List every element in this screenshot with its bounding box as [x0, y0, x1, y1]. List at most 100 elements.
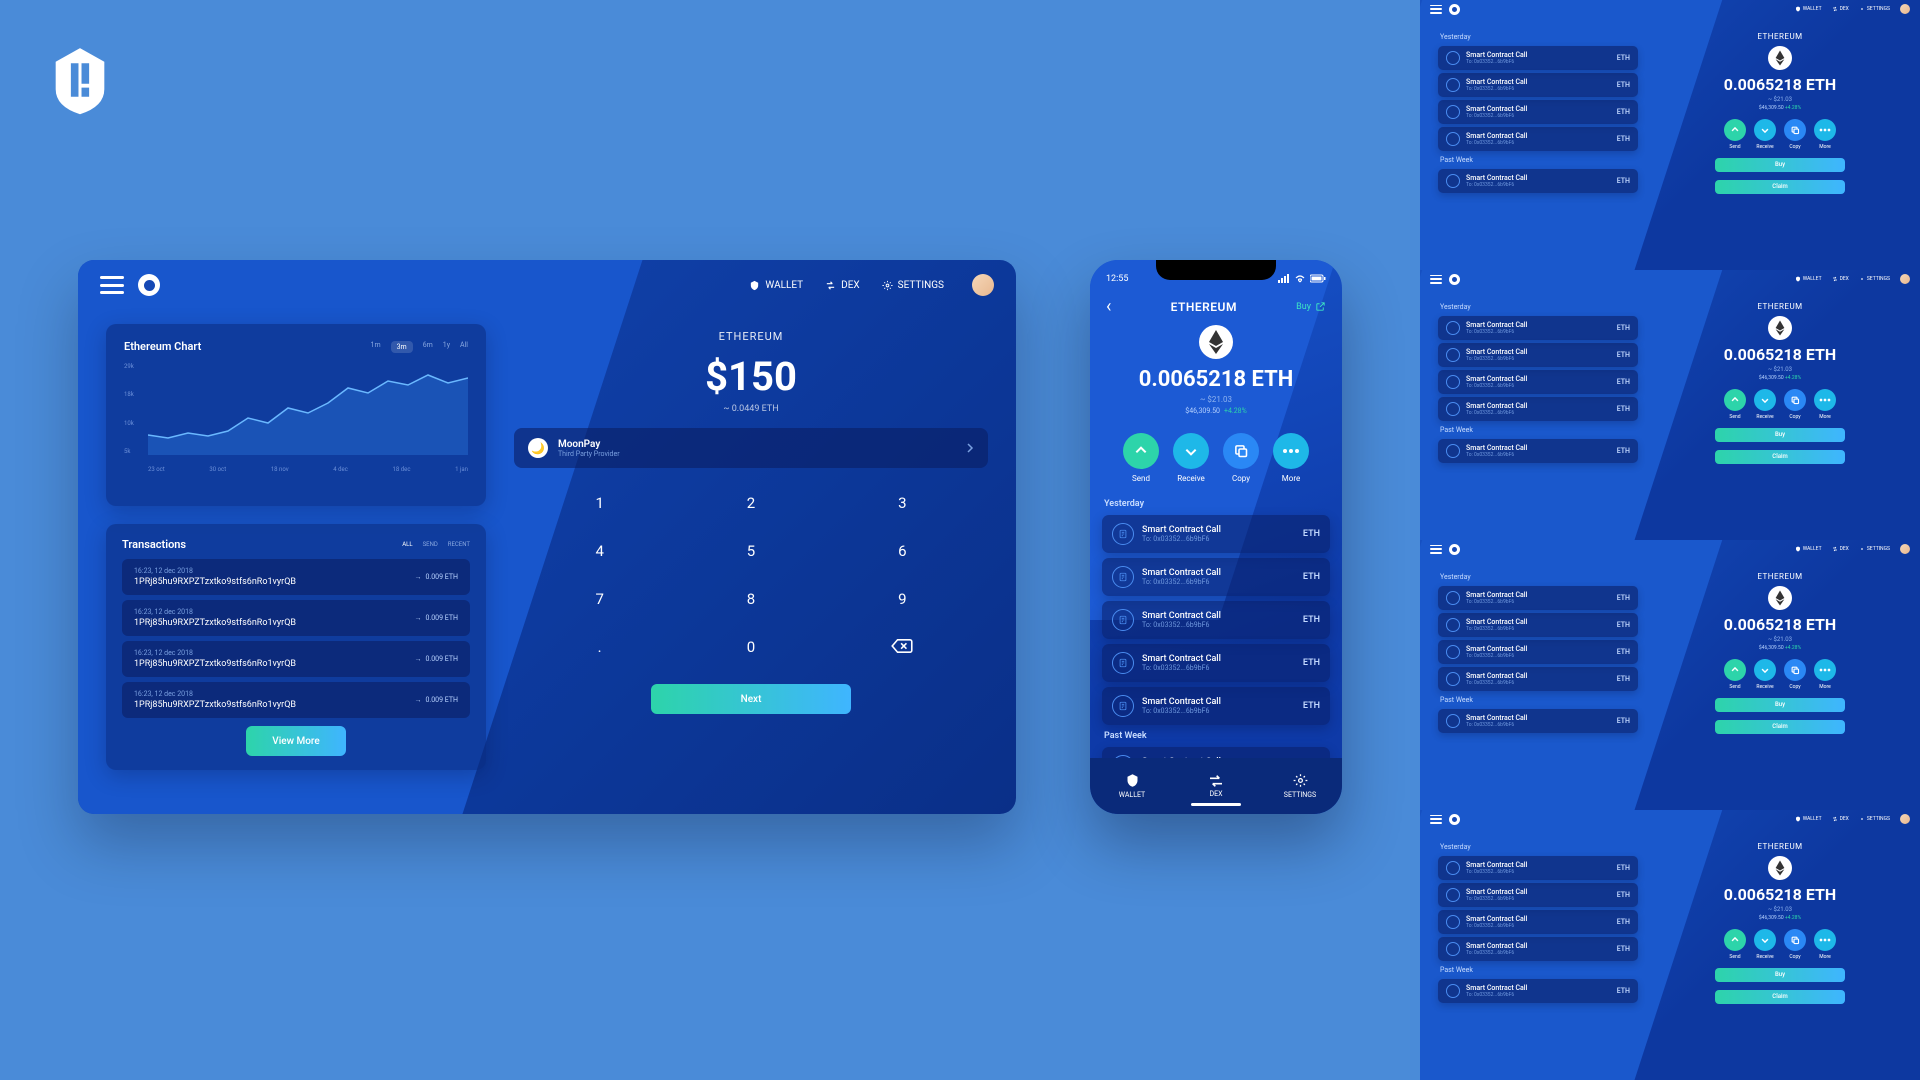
preview-tx-row[interactable]: Smart Contract CallTo: 0x03352...6b9bF6E…	[1438, 937, 1638, 961]
key-8[interactable]: 8	[695, 582, 806, 616]
receive-button[interactable]	[1754, 659, 1776, 681]
range-All[interactable]: All	[460, 341, 468, 353]
avatar[interactable]	[1900, 544, 1910, 554]
key-2[interactable]: 2	[695, 486, 806, 520]
key-6[interactable]: 6	[847, 534, 958, 568]
claim-button[interactable]: Claim	[1715, 180, 1845, 194]
copy-button[interactable]	[1784, 119, 1806, 141]
menu-button[interactable]	[1430, 5, 1442, 14]
mobile-tx-row[interactable]: Smart Contract CallTo: 0x03352...6b9bF6E…	[1102, 644, 1330, 682]
mobile-tx-row[interactable]: Smart Contract CallTo: 0x03352...6b9bF6E…	[1102, 558, 1330, 596]
nav-settings[interactable]: SETTINGS	[882, 280, 944, 291]
avatar[interactable]	[972, 274, 994, 296]
preview-tx-row[interactable]: Smart Contract CallTo: 0x03352...6b9bF6E…	[1438, 439, 1638, 463]
nav-dex[interactable]: DEX	[1832, 276, 1849, 282]
more-button[interactable]	[1814, 659, 1836, 681]
receive-button[interactable]	[1754, 389, 1776, 411]
range-1m[interactable]: 1m	[371, 341, 381, 353]
preview-tx-row[interactable]: Smart Contract CallTo: 0x03352...6b9bF6E…	[1438, 46, 1638, 70]
receive-button[interactable]	[1754, 929, 1776, 951]
claim-button[interactable]: Claim	[1715, 450, 1845, 464]
preview-tx-row[interactable]: Smart Contract CallTo: 0x03352...6b9bF6E…	[1438, 910, 1638, 934]
buy-link[interactable]: Buy	[1296, 301, 1326, 312]
preview-tx-row[interactable]: Smart Contract CallTo: 0x03352...6b9bF6E…	[1438, 979, 1638, 1003]
preview-tx-row[interactable]: Smart Contract CallTo: 0x03352...6b9bF6E…	[1438, 316, 1638, 340]
preview-tx-row[interactable]: Smart Contract CallTo: 0x03352...6b9bF6E…	[1438, 856, 1638, 880]
avatar[interactable]	[1900, 814, 1910, 824]
nav-wallet[interactable]: WALLET	[1795, 6, 1822, 12]
buy-button[interactable]: Buy	[1715, 158, 1845, 172]
tx-row[interactable]: 16:23, 12 dec 20181PRj85hu9RXPZTzxtko9st…	[122, 641, 470, 677]
send-button[interactable]	[1724, 929, 1746, 951]
tx-row[interactable]: 16:23, 12 dec 20181PRj85hu9RXPZTzxtko9st…	[122, 600, 470, 636]
copy-button[interactable]	[1784, 389, 1806, 411]
more-button[interactable]	[1814, 119, 1836, 141]
nav-wallet[interactable]: WALLET	[1795, 546, 1822, 552]
claim-button[interactable]: Claim	[1715, 990, 1845, 1004]
mobile-tx-row[interactable]: Smart Contract CallTo: 0x03352...6b9bF6E…	[1102, 515, 1330, 553]
receive-button[interactable]	[1173, 433, 1209, 469]
preview-tx-row[interactable]: Smart Contract CallTo: 0x03352...6b9bF6E…	[1438, 397, 1638, 421]
preview-tx-row[interactable]: Smart Contract CallTo: 0x03352...6b9bF6E…	[1438, 883, 1638, 907]
menu-button[interactable]	[1430, 815, 1442, 824]
provider-row[interactable]: 🌙 MoonPay Third Party Provider	[514, 428, 988, 468]
range-3m[interactable]: 3m	[391, 341, 413, 353]
range-6m[interactable]: 6m	[423, 341, 433, 353]
preview-tx-row[interactable]: Smart Contract CallTo: 0x03352...6b9bF6E…	[1438, 667, 1638, 691]
send-button[interactable]	[1123, 433, 1159, 469]
nav-dex[interactable]: DEX	[825, 280, 860, 291]
claim-button[interactable]: Claim	[1715, 720, 1845, 734]
receive-button[interactable]	[1754, 119, 1776, 141]
key-7[interactable]: 7	[544, 582, 655, 616]
preview-tx-row[interactable]: Smart Contract CallTo: 0x03352...6b9bF6E…	[1438, 100, 1638, 124]
key-4[interactable]: 4	[544, 534, 655, 568]
send-button[interactable]	[1724, 389, 1746, 411]
range-1y[interactable]: 1y	[443, 341, 450, 353]
preview-tx-row[interactable]: Smart Contract CallTo: 0x03352...6b9bF6E…	[1438, 169, 1638, 193]
nav-dex[interactable]: DEX	[1832, 816, 1849, 822]
nav-settings[interactable]: SETTINGS	[1859, 546, 1890, 552]
preview-tx-row[interactable]: Smart Contract CallTo: 0x03352...6b9bF6E…	[1438, 586, 1638, 610]
preview-tx-row[interactable]: Smart Contract CallTo: 0x03352...6b9bF6E…	[1438, 127, 1638, 151]
nav-wallet[interactable]: WALLET	[1795, 276, 1822, 282]
more-button[interactable]	[1814, 929, 1836, 951]
key-1[interactable]: 1	[544, 486, 655, 520]
tx-tab-recent[interactable]: RECENT	[448, 541, 470, 548]
key-0[interactable]: 0	[695, 630, 806, 666]
tx-row[interactable]: 16:23, 12 dec 20181PRj85hu9RXPZTzxtko9st…	[122, 682, 470, 718]
view-more-button[interactable]: View More	[246, 726, 346, 756]
nav-wallet[interactable]: WALLET	[1795, 816, 1822, 822]
tab-wallet[interactable]: WALLET	[1090, 773, 1174, 799]
tx-tab-send[interactable]: SEND	[423, 541, 438, 548]
key-3[interactable]: 3	[847, 486, 958, 520]
send-button[interactable]	[1724, 119, 1746, 141]
buy-button[interactable]: Buy	[1715, 428, 1845, 442]
preview-tx-row[interactable]: Smart Contract CallTo: 0x03352...6b9bF6E…	[1438, 640, 1638, 664]
next-button[interactable]: Next	[651, 684, 851, 714]
avatar[interactable]	[1900, 4, 1910, 14]
tx-tab-all[interactable]: ALL	[402, 541, 412, 548]
more-button[interactable]	[1273, 433, 1309, 469]
tab-settings[interactable]: SETTINGS	[1258, 773, 1342, 799]
preview-tx-row[interactable]: Smart Contract CallTo: 0x03352...6b9bF6E…	[1438, 709, 1638, 733]
more-button[interactable]	[1814, 389, 1836, 411]
tab-dex[interactable]: DEX	[1174, 775, 1258, 798]
preview-tx-row[interactable]: Smart Contract CallTo: 0x03352...6b9bF6E…	[1438, 343, 1638, 367]
preview-tx-row[interactable]: Smart Contract CallTo: 0x03352...6b9bF6E…	[1438, 370, 1638, 394]
avatar[interactable]	[1900, 274, 1910, 284]
nav-settings[interactable]: SETTINGS	[1859, 816, 1890, 822]
menu-button[interactable]	[100, 276, 124, 294]
key-dot[interactable]: .	[544, 630, 655, 666]
preview-tx-row[interactable]: Smart Contract CallTo: 0x03352...6b9bF6E…	[1438, 613, 1638, 637]
nav-dex[interactable]: DEX	[1832, 546, 1849, 552]
key-5[interactable]: 5	[695, 534, 806, 568]
buy-button[interactable]: Buy	[1715, 968, 1845, 982]
send-button[interactable]	[1724, 659, 1746, 681]
tx-row[interactable]: 16:23, 12 dec 20181PRj85hu9RXPZTzxtko9st…	[122, 559, 470, 595]
key-backspace[interactable]	[847, 630, 958, 666]
copy-button[interactable]	[1784, 929, 1806, 951]
mobile-tx-row[interactable]: Smart Contract CallTo: 0x03352...6b9bF6E…	[1102, 601, 1330, 639]
nav-wallet[interactable]: WALLET	[749, 280, 803, 291]
buy-button[interactable]: Buy	[1715, 698, 1845, 712]
key-9[interactable]: 9	[847, 582, 958, 616]
